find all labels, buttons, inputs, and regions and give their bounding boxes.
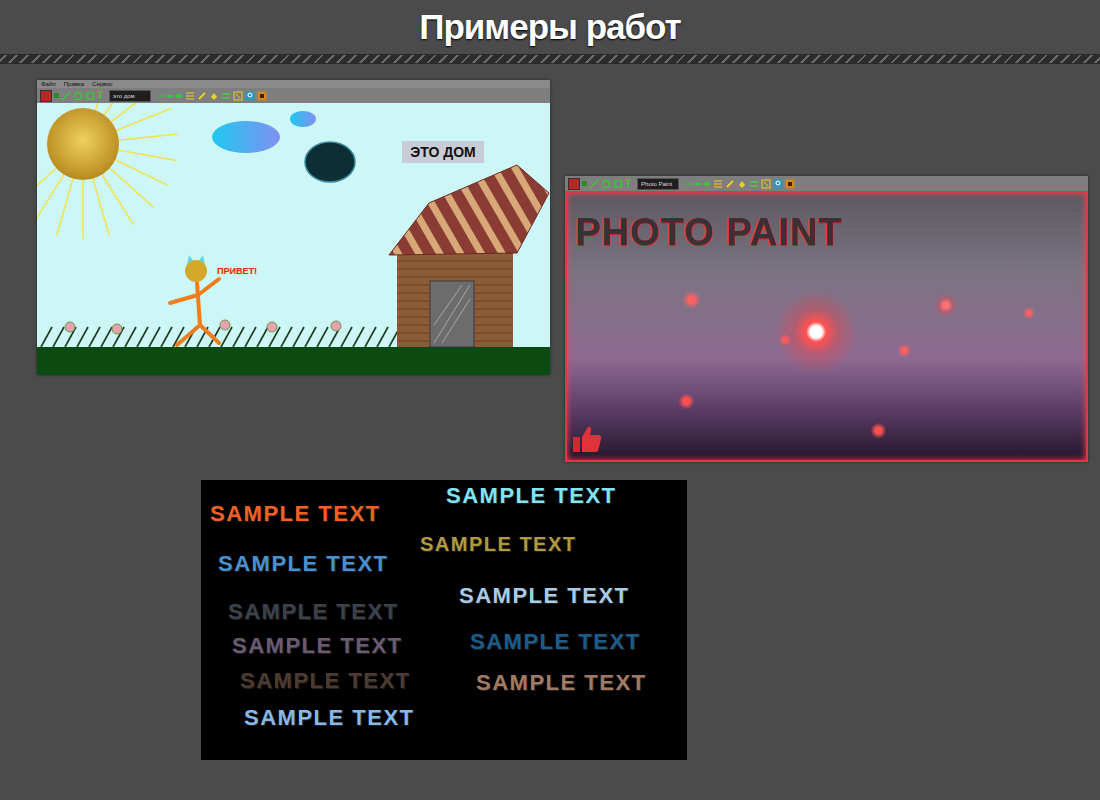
sample-text: SAMPLE TEXT xyxy=(459,584,630,608)
secondary-swatch[interactable] xyxy=(582,181,587,186)
dark-cloud xyxy=(305,142,355,182)
rectangle-tool-icon[interactable] xyxy=(85,91,95,101)
line-width-icon[interactable] xyxy=(685,179,711,189)
help-icon[interactable] xyxy=(773,179,783,189)
flower xyxy=(65,322,75,332)
flower xyxy=(331,321,341,331)
flower xyxy=(220,320,230,330)
ellipse-tool-icon[interactable] xyxy=(601,179,611,189)
text-tool[interactable]: T xyxy=(97,90,103,102)
text-field[interactable]: это дом xyxy=(109,90,151,102)
app-window: ФайлПравкаСервисTэто домЭТО ДОМПРИВЕТ! xyxy=(37,80,550,375)
lines-icon[interactable] xyxy=(185,91,195,101)
color-swatch[interactable] xyxy=(568,178,580,190)
ground xyxy=(37,347,550,375)
brush-icon[interactable] xyxy=(725,179,735,189)
ellipse-tool-icon[interactable] xyxy=(73,91,83,101)
figure-head xyxy=(185,260,207,282)
menu-item[interactable]: Файл xyxy=(41,80,56,88)
swap-icon[interactable] xyxy=(749,179,759,189)
cloud xyxy=(290,111,316,127)
roof xyxy=(389,165,549,255)
rectangle-tool-icon[interactable] xyxy=(613,179,623,189)
text-field[interactable]: Photo Paint xyxy=(637,178,679,190)
sun xyxy=(47,108,119,180)
page: Примеры работФайлПравкаСервисTэто домЭТО… xyxy=(0,0,1100,800)
save-icon[interactable] xyxy=(257,91,267,101)
secondary-swatch[interactable] xyxy=(54,93,59,98)
menu-item[interactable]: Правка xyxy=(64,80,84,88)
sample-text: SAMPLE TEXT xyxy=(420,532,577,556)
sample-text: SAMPLE TEXT xyxy=(244,706,415,730)
sample-text: SAMPLE TEXT xyxy=(210,502,381,526)
brush-icon[interactable] xyxy=(197,91,207,101)
cloud xyxy=(212,121,280,153)
sign-text: ЭТО ДОМ xyxy=(402,141,484,163)
fill-icon[interactable] xyxy=(737,179,747,189)
line-tool-icon[interactable] xyxy=(61,91,71,101)
save-icon[interactable] xyxy=(785,179,795,189)
sample-text: SAMPLE TEXT xyxy=(476,671,647,695)
header: Примеры работ xyxy=(0,0,1100,54)
gallery: ФайлПравкаСервисTэто домЭТО ДОМПРИВЕТ!TP… xyxy=(0,64,1100,800)
thumbs-up-icon[interactable] xyxy=(571,424,603,454)
toolbar: T Photo Paint xyxy=(565,176,1088,191)
divider xyxy=(0,54,1100,64)
greeting-text: ПРИВЕТ! xyxy=(217,266,257,276)
toolbar: Tэто дом xyxy=(37,88,550,103)
flower xyxy=(267,322,277,332)
headline-text: PHOTO PAINT xyxy=(575,211,842,254)
sample-text: SAMPLE TEXT xyxy=(228,600,399,624)
sample-sheet: SAMPLE TEXT SAMPLE TEXT SAMPLE TEXT SAMPLE … xyxy=(201,480,687,760)
photo-canvas[interactable]: PHOTO PAINT xyxy=(565,191,1088,462)
stick-figure xyxy=(170,279,219,345)
line-width-icon[interactable] xyxy=(157,91,183,101)
door xyxy=(430,281,474,347)
page-title: Примеры работ xyxy=(419,7,681,47)
resize-icon[interactable] xyxy=(761,179,771,189)
app-window: T Photo Paint PHOTO PAINT xyxy=(565,176,1088,462)
resize-icon[interactable] xyxy=(233,91,243,101)
sun-rays xyxy=(37,103,177,239)
sample-text: SAMPLE TEXT xyxy=(470,630,641,654)
text-tool[interactable]: T xyxy=(625,178,631,190)
flower xyxy=(112,324,122,334)
sample-text: SAMPLE TEXT xyxy=(240,669,411,693)
house xyxy=(389,165,549,347)
sample-text: SAMPLE TEXT xyxy=(232,634,403,658)
swap-icon[interactable] xyxy=(221,91,231,101)
sample-text: SAMPLE TEXT xyxy=(218,552,389,576)
help-icon[interactable] xyxy=(245,91,255,101)
color-swatch[interactable] xyxy=(40,90,52,102)
sample-text: SAMPLE TEXT xyxy=(446,484,617,508)
menu-bar: Файл Правка Сервис xyxy=(37,80,550,88)
fill-icon[interactable] xyxy=(209,91,219,101)
line-tool-icon[interactable] xyxy=(589,179,599,189)
drawing-canvas[interactable]: ЭТО ДОМ ПРИВЕТ! xyxy=(37,103,550,375)
menu-item[interactable]: Сервис xyxy=(92,80,113,88)
lines-icon[interactable] xyxy=(713,179,723,189)
